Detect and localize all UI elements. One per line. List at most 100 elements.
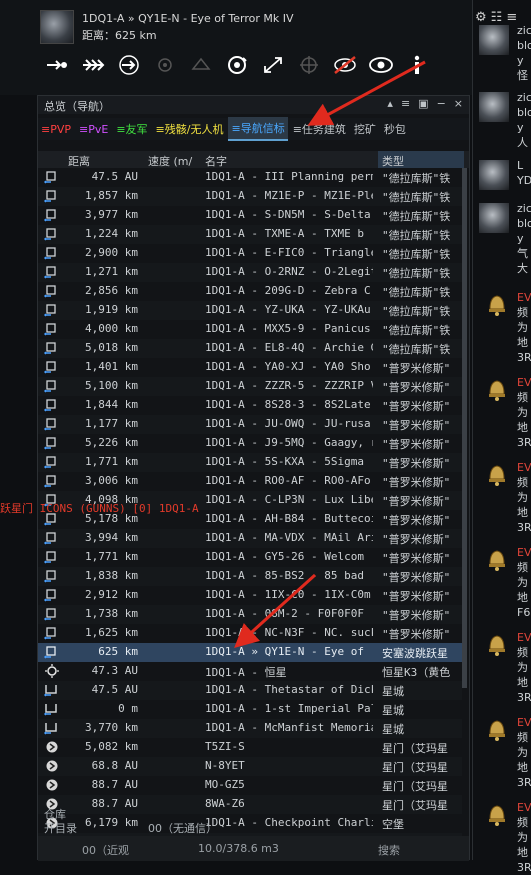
tab-6[interactable]: 挖矿	[351, 118, 379, 140]
avatar[interactable]	[479, 92, 509, 122]
row-name: 1DQ1-A - 1-st Imperial Pala	[205, 702, 373, 715]
bottom-tab-catalog[interactable]: 开目录	[44, 820, 77, 836]
overview-row[interactable]: 1,771 km 1DQ1-A - 5S-KXA - 5Sigma "普罗米修斯"	[38, 453, 462, 472]
row-name: 1DQ1-A - 8S28-3 - 8S2Late	[205, 398, 371, 411]
overview-row[interactable]: 68.8 AU N-8YET 星门（艾玛星	[38, 757, 462, 776]
close-icon[interactable]: ×	[454, 97, 463, 110]
tab-7[interactable]: 秒包	[381, 118, 409, 140]
overview-row[interactable]: 1,919 km 1DQ1-A - YZ-UKA - YZ-UKAu "德拉库斯"铁	[38, 301, 462, 320]
tab-0[interactable]: ≡PVP	[38, 120, 74, 139]
hide-icon[interactable]	[330, 52, 360, 78]
overlay-text: 跃星门 ICONS (GUNNS) [0] 1DQ1-A	[0, 502, 199, 515]
chat-text: L	[517, 159, 524, 172]
overview-row[interactable]: 47.5 AU 1DQ1-A - Thetastar of Dickb 星城	[38, 681, 462, 700]
overview-bottom-tabs: 仓库 开目录 00（无通信）	[38, 804, 469, 835]
resize-icon[interactable]	[258, 52, 288, 78]
keep-range-icon[interactable]	[186, 52, 216, 78]
overview-row[interactable]: 1,844 km 1DQ1-A - 8S28-3 - 8S2Late "普罗米修斯"	[38, 396, 462, 415]
minimize-icon[interactable]: −	[437, 97, 446, 110]
collapse-icon[interactable]: ▴	[387, 97, 393, 110]
row-name: 1DQ1-A - RO0-AF - RO0-AFo	[205, 474, 371, 487]
overview-row[interactable]: 1,224 km 1DQ1-A - TXME-A - TXME b "德拉库斯"铁	[38, 225, 462, 244]
overview-row[interactable]: 4,000 km 1DQ1-A - MXX5-9 - Panicus "德拉库斯"铁	[38, 320, 462, 339]
overview-row[interactable]: 625 km 1DQ1-A » QY1E-N - Eye of 安塞波跳跃星	[38, 643, 462, 662]
column-type[interactable]: 类型	[378, 151, 464, 168]
row-distance: 47.5 AU	[91, 170, 138, 183]
menu-icon[interactable]: ≡	[506, 10, 517, 25]
overview-row[interactable]: 3,977 km 1DQ1-A - S-DN5M - S-Delta "德拉库斯"铁	[38, 206, 462, 225]
tab-2[interactable]: ≡友军	[113, 118, 150, 140]
tab-5[interactable]: ≡任务建筑	[290, 118, 349, 140]
overview-row[interactable]: 47.3 AU 1DQ1-A - 恒星 恒星K3（黄色	[38, 662, 462, 681]
overview-row[interactable]: 5,018 km 1DQ1-A - EL8-4Q - Archie G "德拉库斯"…	[38, 339, 462, 358]
tab-3[interactable]: ≡残骸/无人机	[153, 118, 227, 140]
target-icon[interactable]	[294, 52, 324, 78]
bottom-tab-local[interactable]: 00（无通信）	[148, 820, 217, 836]
overview-scrollbar[interactable]	[462, 168, 467, 688]
row-type: "普罗米修斯"	[382, 381, 451, 394]
orbit-icon[interactable]	[150, 52, 180, 78]
warp-icon[interactable]	[78, 52, 108, 78]
notice-text: 频	[517, 646, 528, 659]
overview-window-controls: ▴ ≡ ▣ − ×	[387, 97, 463, 110]
beacon-icon	[44, 188, 62, 207]
notice-text: 地	[517, 676, 528, 689]
jump-icon[interactable]	[114, 52, 144, 78]
avatar[interactable]	[479, 203, 509, 233]
eye-icon[interactable]	[366, 52, 396, 78]
search-label[interactable]: 搜索	[378, 842, 400, 858]
overview-row[interactable]: 1,738 km 1DQ1-A - 08M-2 - F0F0F0F "普罗米修斯"	[38, 605, 462, 624]
overview-row[interactable]: 1,401 km 1DQ1-A - YA0-XJ - YA0 Sho "普罗米修斯"	[38, 358, 462, 377]
tab-4[interactable]: ≡导航信标	[228, 117, 288, 141]
column-name[interactable]: 名字	[205, 153, 227, 169]
avatar[interactable]	[479, 25, 509, 55]
members-icon[interactable]: ☷	[491, 10, 503, 25]
overview-row[interactable]: 1,857 km 1DQ1-A - MZ1E-P - MZ1E-Ple "德拉库斯"…	[38, 187, 462, 206]
overview-row[interactable]: 88.7 AU MO-GZ5 星门（艾玛星	[38, 776, 462, 795]
row-name: 1DQ1-A - ZZZR-5 - ZZZRIP Vil	[205, 379, 373, 392]
citadel-icon	[44, 701, 62, 720]
lock-target-icon[interactable]	[222, 52, 252, 78]
info-icon[interactable]	[402, 52, 432, 78]
overview-row[interactable]: 47.5 AU 1DQ1-A - III Planning permis "德拉库斯…	[38, 168, 462, 187]
notice-text: 3R	[517, 776, 531, 789]
overview-row[interactable]: 3,770 km 1DQ1-A - McManfist Memorial 星城	[38, 719, 462, 738]
overview-row[interactable]: 2,856 km 1DQ1-A - 209G-D - Zebra C "德拉库斯"铁	[38, 282, 462, 301]
overview-row[interactable]: 5,082 km T5ZI-S 星门（艾玛星	[38, 738, 462, 757]
notice-text: 频	[517, 306, 528, 319]
overview-row[interactable]: 1,838 km 1DQ1-A - 85-BS2 - 85 bad "普罗米修斯"	[38, 567, 462, 586]
column-velocity[interactable]: 速度 (m/	[148, 153, 192, 169]
tab-1[interactable]: ≡PvE	[76, 120, 111, 139]
row-name: 1DQ1-A - 209G-D - Zebra C	[205, 284, 371, 297]
overview-row[interactable]: 1,271 km 1DQ1-A - O-2RNZ - O-2Legit "德拉库斯"…	[38, 263, 462, 282]
overview-row[interactable]: 0 m 1DQ1-A - 1-st Imperial Pala 星城	[38, 700, 462, 719]
beacon-icon	[44, 302, 62, 321]
beacon-icon	[44, 625, 62, 644]
approach-icon[interactable]	[42, 52, 72, 78]
overview-row[interactable]: 3,994 km 1DQ1-A - MA-VDX - MAil Arit "普罗米修…	[38, 529, 462, 548]
overview-row[interactable]: 5,226 km 1DQ1-A - J9-5MQ - Gaagy, r "普罗米修斯…	[38, 434, 462, 453]
lock-icon[interactable]: ▣	[418, 97, 428, 110]
overview-row[interactable]: 2,900 km 1DQ1-A - E-FIC0 - Triangle "德拉库斯"…	[38, 244, 462, 263]
row-distance: 1,844 km	[85, 398, 138, 411]
beacon-icon	[44, 644, 62, 663]
row-distance: 1,177 km	[85, 417, 138, 430]
beacon-icon	[44, 340, 62, 359]
notice-text: 为	[517, 406, 528, 419]
menu-icon[interactable]: ≡	[401, 97, 410, 110]
settings-icon[interactable]: ⚙	[475, 10, 487, 25]
avatar[interactable]	[479, 160, 509, 190]
overview-row[interactable]: 2,912 km 1DQ1-A - 1IX-C0 - 1IX-C0m "普罗米修斯"	[38, 586, 462, 605]
row-name: 1DQ1-A - Thetastar of Dickb	[205, 683, 373, 696]
row-type: "德拉库斯"铁	[382, 343, 451, 356]
selected-item-thumbnail[interactable]	[40, 10, 74, 44]
overview-row[interactable]: 5,100 km 1DQ1-A - ZZZR-5 - ZZZRIP Vil "普罗米…	[38, 377, 462, 396]
overview-row[interactable]: 3,006 km 1DQ1-A - RO0-AF - RO0-AFo "普罗米修斯"	[38, 472, 462, 491]
citadel-icon	[44, 720, 62, 739]
column-distance[interactable]: 距离	[68, 153, 90, 169]
overview-bottom-bar: 00（近观 10.0/378.6 m3 搜索	[38, 836, 469, 861]
overview-row[interactable]: 1,625 km 1DQ1-A - NC-N3F - NC. suck "普罗米修斯…	[38, 624, 462, 643]
overview-header[interactable]: 总览（导航） ▴ ≡ ▣ − ×	[38, 96, 469, 114]
overview-row[interactable]: 1,177 km 1DQ1-A - JU-OWQ - JU-rusa "普罗米修斯"	[38, 415, 462, 434]
overview-row[interactable]: 1,771 km 1DQ1-A - GY5-26 - Welcom "普罗米修斯"	[38, 548, 462, 567]
